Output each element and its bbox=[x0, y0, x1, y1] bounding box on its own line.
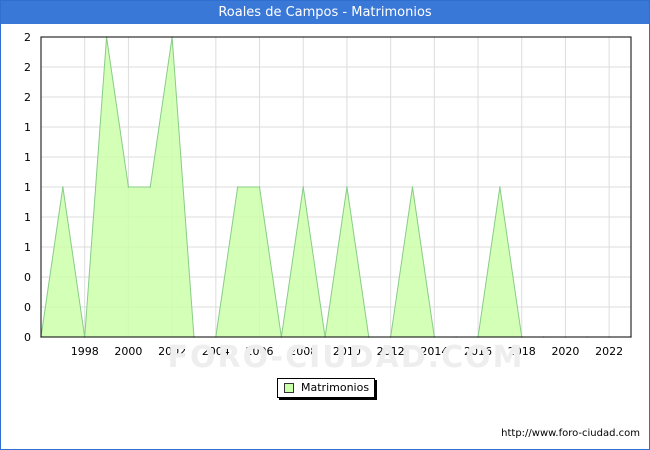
x-tick-label: 1998 bbox=[71, 345, 99, 358]
y-tick-label: 2 bbox=[24, 61, 31, 74]
x-tick-label: 2020 bbox=[551, 345, 579, 358]
y-tick-label: 2 bbox=[24, 91, 31, 104]
legend: Matrimonios bbox=[277, 378, 375, 398]
y-tick-label: 1 bbox=[24, 151, 31, 164]
legend-label: Matrimonios bbox=[301, 381, 370, 394]
chart-plot: 000111112221998 2000 2002 2004 2006 2008 2010 2… bbox=[24, 31, 632, 369]
x-tick-label: 2022 bbox=[595, 345, 623, 358]
data-point bbox=[62, 186, 64, 188]
chart-frame: Roales de Campos - Matrimonios 0 0 0 1 1 1 1 1 2… bbox=[0, 0, 650, 450]
y-tick-label: 1 bbox=[24, 181, 31, 194]
y-tick-label: 0 bbox=[24, 331, 31, 344]
y-tick-label: 0 bbox=[24, 301, 31, 314]
y-tick-label: 0 bbox=[24, 271, 31, 284]
data-point bbox=[127, 186, 130, 188]
legend-swatch bbox=[284, 383, 294, 393]
y-tick-label: 1 bbox=[24, 211, 31, 224]
y-tick-label: 2 bbox=[24, 31, 31, 44]
chart-title: Roales de Campos - Matrimonios bbox=[1, 1, 649, 24]
y-tick-label: 1 bbox=[24, 241, 31, 254]
data-point bbox=[499, 186, 501, 188]
x-tick-label: 2000 bbox=[114, 345, 142, 358]
data-point bbox=[346, 186, 348, 188]
data-point bbox=[411, 186, 414, 188]
data-point bbox=[302, 186, 305, 188]
watermark: FORO-CIUDAD.COM bbox=[168, 340, 525, 369]
data-point bbox=[236, 186, 239, 188]
data-point bbox=[149, 186, 152, 188]
data-point bbox=[258, 186, 261, 188]
source-url: http://www.foro-ciudad.com bbox=[501, 428, 640, 439]
y-tick-label: 1 bbox=[24, 121, 31, 134]
